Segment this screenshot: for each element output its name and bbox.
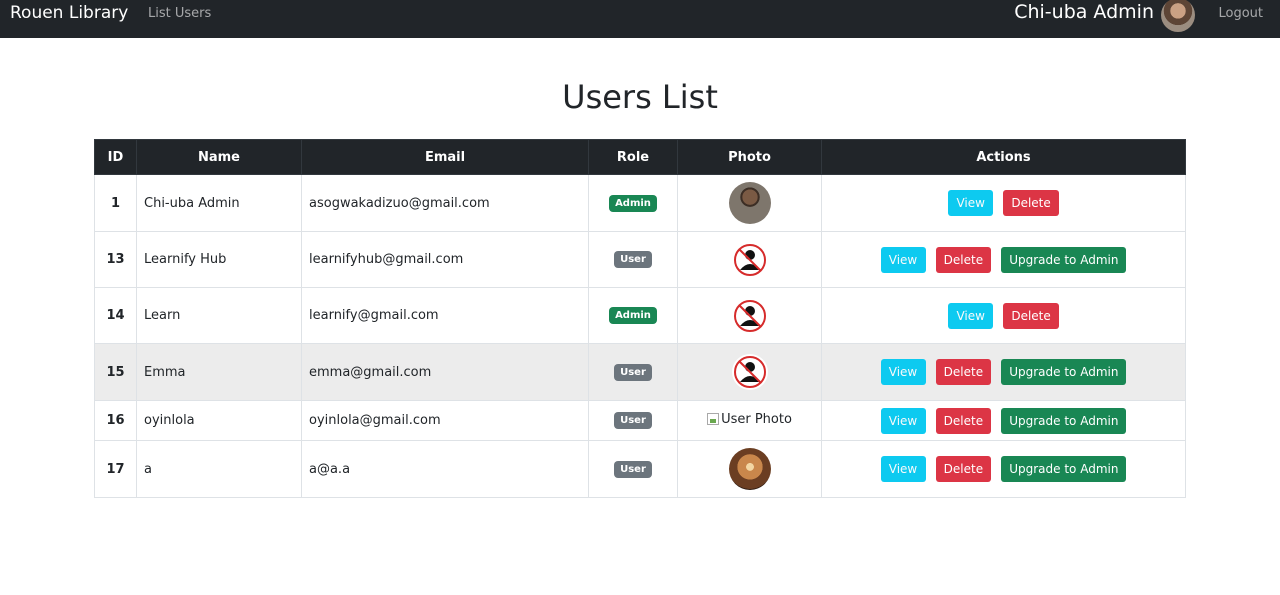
user-name: Chi-uba Admin bbox=[136, 174, 302, 232]
users-table: ID Name Email Role Photo Actions 1 Chi-u… bbox=[94, 139, 1186, 498]
view-button[interactable]: View bbox=[880, 456, 926, 482]
upgrade-to-admin-button[interactable]: Upgrade to Admin bbox=[1001, 407, 1127, 434]
user-id: 15 bbox=[94, 343, 137, 401]
user-email: a@a.a bbox=[301, 440, 589, 498]
upgrade-to-admin-button[interactable]: Upgrade to Admin bbox=[1001, 359, 1127, 385]
table-row: 13 Learnify Hub learnifyhub@gmail.com Us… bbox=[94, 231, 1186, 288]
nav-list-users-link[interactable]: List Users bbox=[148, 6, 211, 21]
page-title: Users List bbox=[562, 78, 718, 116]
user-email: learnifyhub@gmail.com bbox=[301, 231, 589, 288]
table-row: 1 Chi-uba Admin asogwakadizuo@gmail.com … bbox=[94, 174, 1186, 232]
view-button[interactable]: View bbox=[948, 302, 994, 329]
column-header-id: ID bbox=[94, 139, 137, 175]
user-name: Learnify Hub bbox=[136, 231, 302, 288]
column-header-photo: Photo bbox=[677, 139, 822, 175]
upgrade-to-admin-button[interactable]: Upgrade to Admin bbox=[1001, 456, 1127, 482]
broken-image-icon bbox=[707, 413, 720, 426]
user-name: Emma bbox=[136, 343, 302, 401]
delete-button[interactable]: Delete bbox=[1003, 190, 1059, 216]
user-email: asogwakadizuo@gmail.com bbox=[301, 174, 589, 232]
role-badge: User bbox=[614, 460, 652, 478]
table-row: 17 a a@a.a User View Delete Upgrade to A… bbox=[94, 440, 1186, 498]
delete-button[interactable]: Delete bbox=[1003, 302, 1059, 329]
delete-button[interactable]: Delete bbox=[935, 246, 992, 273]
view-button[interactable]: View bbox=[880, 359, 926, 385]
user-name: Learn bbox=[136, 287, 302, 344]
user-id: 1 bbox=[94, 174, 137, 232]
no-user-icon bbox=[731, 241, 768, 278]
delete-button[interactable]: Delete bbox=[935, 359, 992, 385]
role-badge: User bbox=[614, 412, 652, 429]
role-badge: User bbox=[614, 251, 652, 268]
user-id: 13 bbox=[94, 231, 137, 288]
table-header-row: ID Name Email Role Photo Actions bbox=[94, 139, 1186, 175]
user-email: oyinlola@gmail.com bbox=[301, 400, 589, 441]
delete-button[interactable]: Delete bbox=[935, 407, 992, 434]
user-name: a bbox=[136, 440, 302, 498]
broken-user-photo: User Photo bbox=[707, 412, 792, 427]
table-row: 14 Learn learnify@gmail.com Admin View D… bbox=[94, 287, 1186, 344]
role-badge: Admin bbox=[609, 307, 657, 324]
column-header-name: Name bbox=[136, 139, 302, 175]
logout-link[interactable]: Logout bbox=[1218, 6, 1263, 21]
brand-link[interactable]: Rouen Library bbox=[10, 3, 128, 23]
table-row: 16 oyinlola oyinlola@gmail.com User User… bbox=[94, 400, 1186, 441]
user-email: learnify@gmail.com bbox=[301, 287, 589, 344]
user-id: 17 bbox=[94, 440, 137, 498]
view-button[interactable]: View bbox=[880, 407, 926, 434]
user-name: oyinlola bbox=[136, 400, 302, 441]
delete-button[interactable]: Delete bbox=[935, 456, 992, 482]
user-email: emma@gmail.com bbox=[301, 343, 589, 401]
user-id: 14 bbox=[94, 287, 137, 344]
no-user-icon bbox=[731, 297, 768, 334]
photo-alt-text: User Photo bbox=[721, 411, 792, 427]
view-button[interactable]: View bbox=[880, 246, 926, 273]
role-badge: Admin bbox=[609, 194, 657, 212]
user-photo bbox=[728, 182, 771, 224]
upgrade-to-admin-button[interactable]: Upgrade to Admin bbox=[1001, 246, 1127, 273]
user-avatar bbox=[1161, 0, 1195, 32]
top-navbar: Rouen Library List Users Chi-uba Admin L… bbox=[0, 0, 1280, 38]
user-photo bbox=[728, 448, 771, 490]
no-user-icon bbox=[731, 354, 768, 390]
current-user-name: Chi-uba Admin bbox=[1014, 1, 1154, 23]
column-header-role: Role bbox=[588, 139, 678, 175]
column-header-email: Email bbox=[301, 139, 589, 175]
view-button[interactable]: View bbox=[948, 190, 994, 216]
user-id: 16 bbox=[94, 400, 137, 441]
column-header-actions: Actions bbox=[821, 139, 1186, 175]
table-row: 15 Emma emma@gmail.com User View Delete bbox=[94, 343, 1186, 401]
role-badge: User bbox=[614, 363, 652, 381]
